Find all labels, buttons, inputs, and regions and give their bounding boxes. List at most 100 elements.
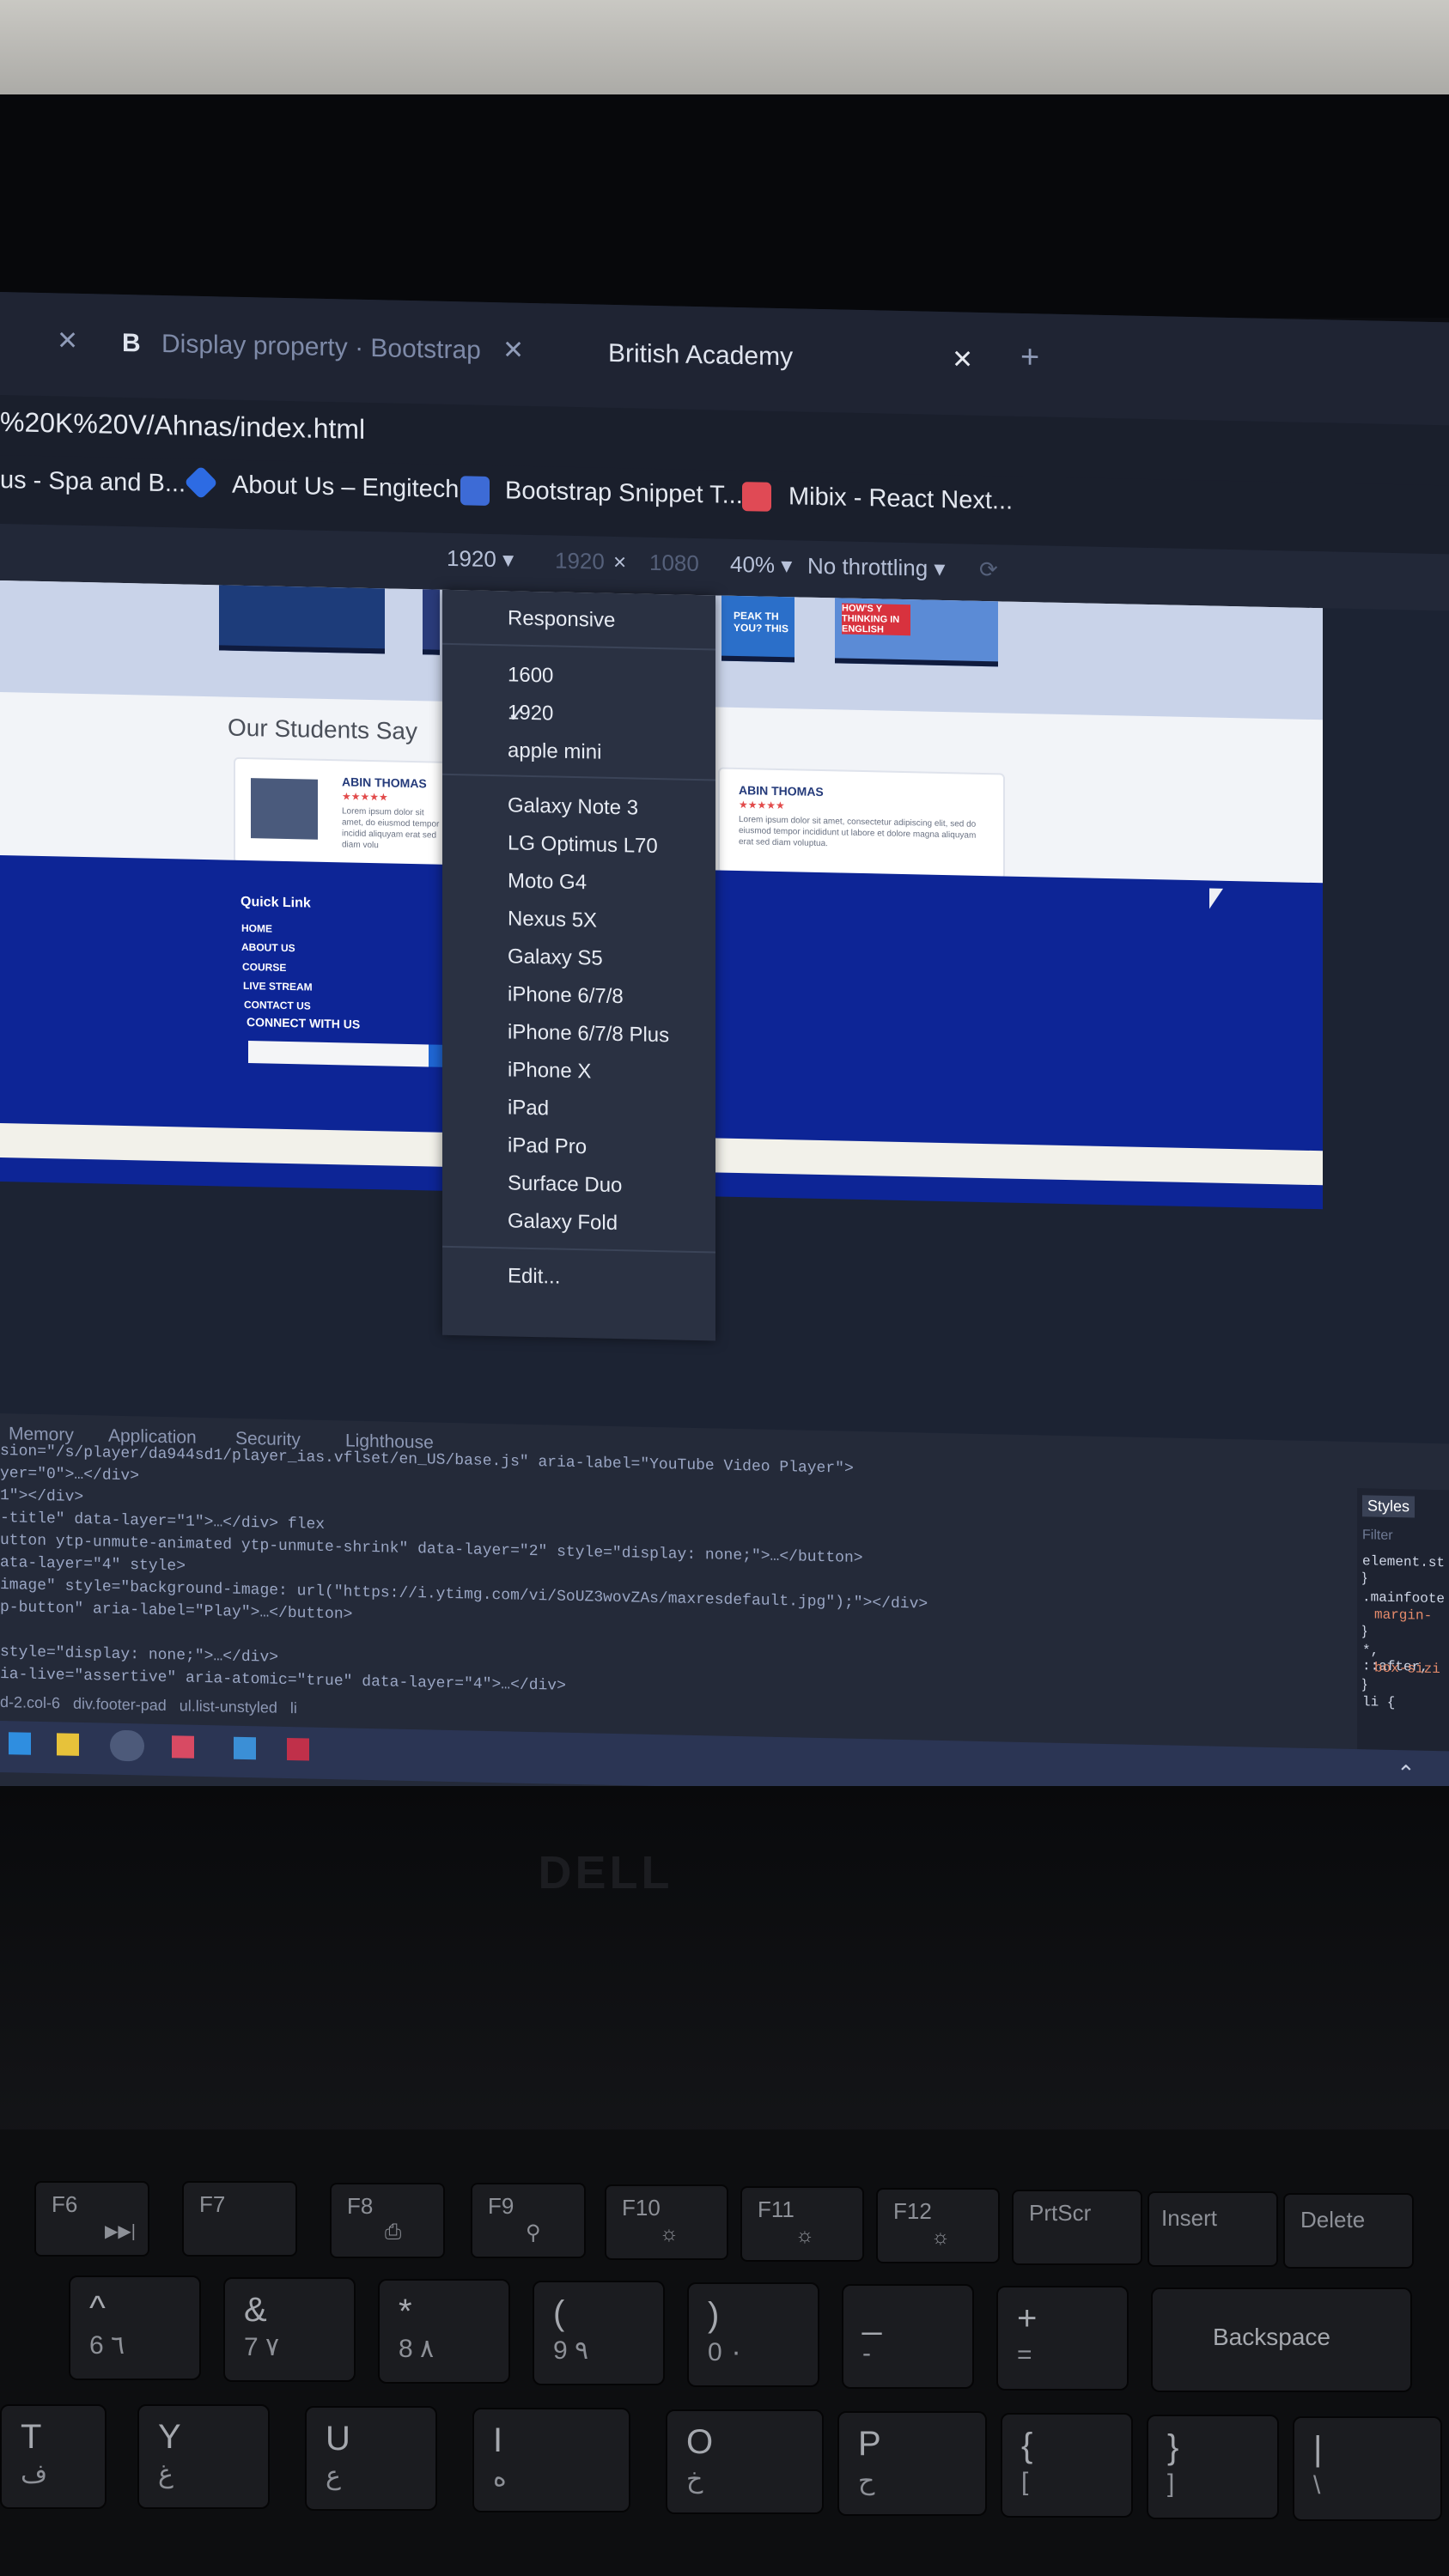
styles-tab[interactable]: Styles (1362, 1495, 1416, 1518)
rating-stars: ★★★★★ (342, 790, 388, 804)
close-tab-icon[interactable]: ✕ (57, 325, 78, 356)
key-8[interactable]: * 8 ٨ (378, 2279, 510, 2384)
footer-link-course[interactable]: COURSE (242, 961, 286, 974)
footer-link-about[interactable]: ABOUT US (241, 941, 295, 954)
device-option-label: LG Optimus L70 (508, 831, 658, 859)
rotate-icon[interactable]: ⟳ (979, 556, 998, 583)
app-icon[interactable] (172, 1735, 194, 1759)
close-tab-icon[interactable]: ✕ (502, 335, 524, 366)
key-delete[interactable]: Delete (1283, 2193, 1414, 2269)
device-option-galaxy-note-3[interactable]: Galaxy Note 3 (442, 786, 715, 829)
key-0[interactable]: ) 0 ٠ (687, 2282, 819, 2387)
device-option-responsive[interactable]: Responsive (442, 598, 715, 642)
key-o[interactable]: Oخ (666, 2409, 824, 2514)
device-option-galaxy-fold[interactable]: Galaxy Fold (442, 1201, 715, 1245)
key-6[interactable]: ^ 6 ٦ (69, 2275, 201, 2380)
device-option-ipad[interactable]: iPad (442, 1088, 715, 1132)
search-icon: ⚲ (526, 2221, 541, 2245)
width-input[interactable]: 1920 (555, 548, 605, 575)
key-f8[interactable]: F8 ⎙ (330, 2183, 445, 2258)
device-option-1600[interactable]: 1600 (442, 655, 715, 699)
device-option-1920[interactable]: ✓ 1920 (442, 693, 715, 737)
key-minus[interactable]: _ - (842, 2284, 974, 2389)
tab-british-academy[interactable]: British Academy (608, 339, 793, 373)
device-option-lg-optimus-l70[interactable]: LG Optimus L70 (442, 823, 715, 867)
device-option-label: Galaxy S5 (508, 945, 603, 970)
key-t[interactable]: Tف (0, 2404, 107, 2509)
key-f11[interactable]: F11 ☼ (740, 2186, 864, 2262)
testimonial-card: ABIN THOMAS ★★★★★ Lorem ipsum dolor sit … (718, 767, 1005, 880)
newsletter-email-input[interactable] (248, 1041, 429, 1067)
bootstrap-snippet-favicon-icon (460, 476, 490, 506)
device-option-ipad-pro[interactable]: iPad Pro (442, 1126, 715, 1170)
throttling-select[interactable]: No throttling ▾ (807, 553, 945, 582)
key-7[interactable]: & 7 ٧ (223, 2277, 356, 2382)
key-equals[interactable]: + = (996, 2286, 1129, 2391)
device-option-moto-g4[interactable]: Moto G4 (442, 861, 715, 905)
bookmark-engitech[interactable]: About Us – Engitech (232, 471, 459, 505)
breadcrumb-item[interactable]: d-2.col-6 (0, 1693, 60, 1711)
video-thumbnail[interactable]: HOW'S Y THINKING IN ENGLISH (835, 598, 998, 667)
close-tab-icon[interactable]: ✕ (952, 344, 973, 375)
key-label: 8 ٨ (399, 2335, 435, 2363)
app-icon[interactable] (234, 1736, 256, 1760)
key-9[interactable]: (9 ٩ (533, 2281, 665, 2385)
chrome-icon[interactable] (110, 1729, 144, 1762)
key-f9[interactable]: F9 ⚲ (471, 2183, 586, 2258)
tab-display-property[interactable]: Display property · Bootstrap (161, 330, 481, 366)
device-option-label: Galaxy Fold (508, 1209, 618, 1236)
key-prtscr[interactable]: PrtScr (1012, 2190, 1142, 2265)
new-tab-icon[interactable]: + (1020, 339, 1039, 376)
breadcrumb-item[interactable]: div.footer-pad (73, 1695, 167, 1714)
device-option-iphone-678[interactable]: iPhone 6/7/8 (442, 975, 715, 1018)
key-i[interactable]: Iه (472, 2408, 630, 2512)
footer-link-live-stream[interactable]: LIVE STREAM (243, 980, 313, 993)
device-option-iphone-x[interactable]: iPhone X (442, 1050, 715, 1094)
video-thumbnail[interactable] (219, 585, 385, 654)
device-option-surface-duo[interactable]: Surface Duo (442, 1163, 715, 1207)
key-backslash[interactable]: | \ (1293, 2416, 1442, 2521)
footer-link-contact[interactable]: CONTACT US (244, 999, 311, 1012)
bookmark-mibix[interactable]: Mibix - React Next... (788, 483, 1013, 515)
dom-line[interactable]: 1"></div> (0, 1487, 83, 1506)
video-thumbnail[interactable] (423, 589, 440, 655)
zoom-select[interactable]: 40% ▾ (730, 551, 792, 580)
device-option-edit[interactable]: Edit... (442, 1256, 715, 1300)
dom-line[interactable]: yer="0">…</div> (0, 1465, 139, 1485)
key-p[interactable]: Pح (837, 2411, 987, 2516)
key-right-brace[interactable]: }] (1147, 2415, 1279, 2519)
key-f12[interactable]: F12 ☼ (876, 2188, 1000, 2263)
chevron-up-icon[interactable]: ⌃ (1397, 1760, 1416, 1787)
mouse-cursor-icon (1209, 888, 1223, 909)
device-option-label: Nexus 5X (508, 907, 598, 933)
device-option-apple-mini[interactable]: apple mini (442, 731, 715, 775)
device-select[interactable]: 1920 ▾ (447, 545, 514, 574)
key-insert[interactable]: Insert (1148, 2191, 1278, 2267)
key-label: F9 (488, 2193, 514, 2219)
device-option-galaxy-s5[interactable]: Galaxy S5 (442, 937, 715, 981)
breadcrumb-item[interactable]: ul.list-unstyled (180, 1697, 277, 1716)
key-label: ) (708, 2296, 720, 2334)
breadcrumb-item[interactable]: li (290, 1699, 297, 1716)
device-option-label: Edit... (508, 1264, 561, 1289)
height-input[interactable]: 1080 (649, 550, 699, 577)
key-u[interactable]: Uع (305, 2406, 437, 2511)
vscode-icon[interactable] (9, 1732, 31, 1755)
bookmark-bootstrap-snippet[interactable]: Bootstrap Snippet T... (505, 477, 743, 510)
key-left-brace[interactable]: {[ (1001, 2413, 1133, 2518)
bookmark-spa[interactable]: us - Spa and B... (0, 466, 186, 499)
device-option-iphone-678-plus[interactable]: iPhone 6/7/8 Plus (442, 1012, 715, 1056)
file-explorer-icon[interactable] (57, 1733, 79, 1756)
key-backspace[interactable]: Backspace (1151, 2287, 1412, 2392)
mibix-favicon-icon (742, 482, 771, 512)
key-f7[interactable]: F7 (182, 2181, 297, 2257)
device-option-nexus-5x[interactable]: Nexus 5X (442, 899, 715, 943)
footer-link-home[interactable]: HOME (241, 922, 272, 935)
key-y[interactable]: Yغ (137, 2404, 270, 2509)
styles-filter-input[interactable]: Filter (1362, 1528, 1393, 1544)
video-thumbnail[interactable]: PEAK TH YOU? THIS (721, 595, 795, 663)
key-f6[interactable]: F6 ▶▶| (34, 2181, 149, 2257)
app-icon[interactable] (287, 1737, 309, 1761)
css-rule-line: } (1362, 1677, 1367, 1692)
key-f10[interactable]: F10 ☼ (605, 2184, 728, 2260)
